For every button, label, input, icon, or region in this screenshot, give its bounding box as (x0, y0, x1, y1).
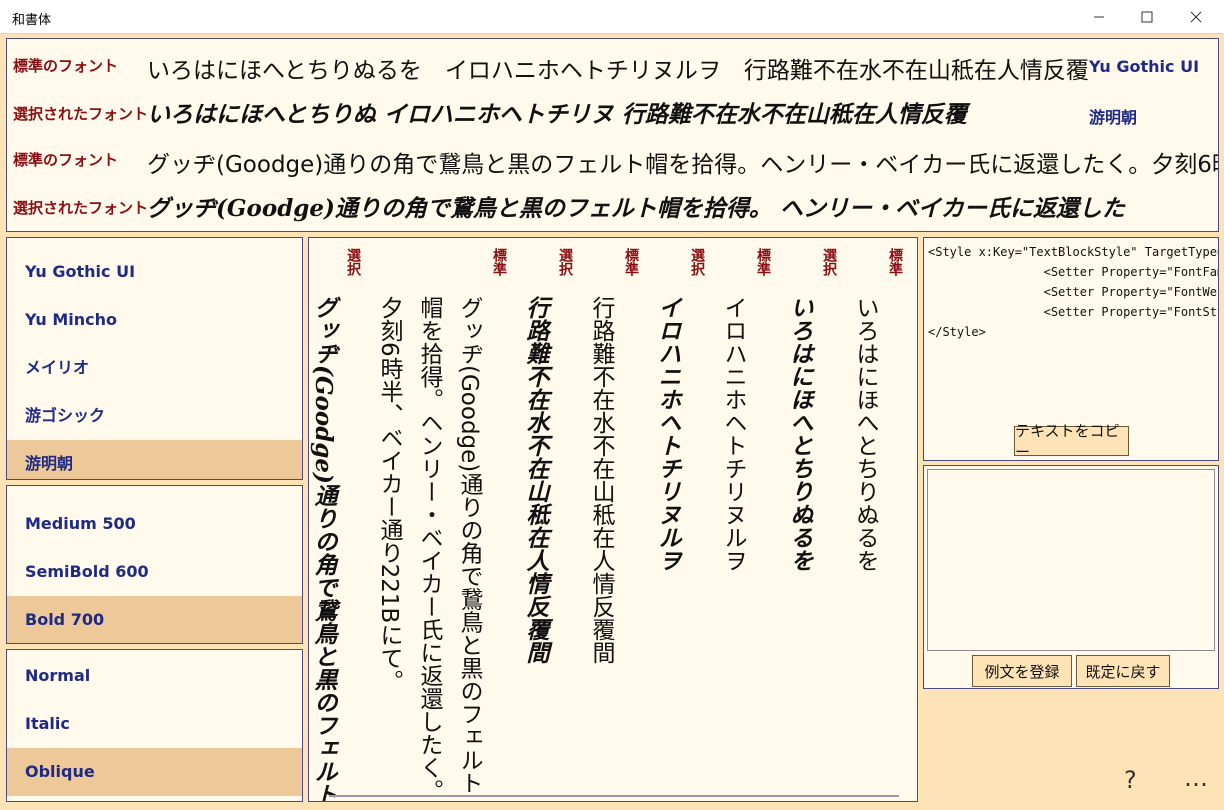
font-item-meiryo[interactable]: メイリオ (7, 344, 302, 392)
sample-text: いろはにほへとちりぬ イロハニホヘトチリヌ 行路難不在水不在山秪在人情反覆 (147, 101, 967, 128)
font-item-yu-gothic-ui[interactable]: Yu Gothic UI (7, 248, 302, 296)
vertical-column: いろはにほへとちりぬるを 選択 (779, 248, 841, 788)
copy-text-button[interactable]: テキストをコピー (1014, 422, 1129, 460)
font-name: Yu Gothic UI (1089, 57, 1200, 76)
title-bar: 和書体 (0, 0, 1224, 34)
horizontal-sample-panel: 標準のフォント いろはにほへとちりぬるを イロハニホヘトチリヌルヲ 行路難不在水… (6, 38, 1219, 232)
sample-label: 標準のフォント (13, 57, 119, 75)
vertical-text: 行路難不在水不在山秪在人情反覆間 (588, 296, 614, 664)
vertical-sample-panel: いろはにほへとちりぬるを 標準 いろはにほへとちりぬるを 選択 イロハニホヘトチ… (308, 237, 918, 802)
sample-row-selected-1: 選択されたフォント いろはにほへとちりぬ イロハニホヘトチリヌ 行路難不在水不在… (7, 93, 1218, 139)
style-item-italic[interactable]: Italic (7, 700, 302, 748)
vertical-label: 選択 (821, 248, 837, 276)
help-icon[interactable]: ? (1124, 766, 1137, 794)
sample-label: 標準のフォント (13, 151, 119, 169)
vertical-column: グッヂ(Goodge)通りの角で鵞鳥と黒のフェルト帽を拾得。ヘンリー・ベイカー氏… (369, 248, 511, 801)
style-item-oblique[interactable]: Oblique (7, 748, 302, 796)
vertical-columns: いろはにほへとちりぬるを 標準 いろはにほへとちりぬるを 選択 イロハニホヘトチ… (309, 248, 907, 801)
vertical-text: イロハニホヘトチリヌルヲ (654, 296, 681, 572)
sample-row-selected-2: 選択されたフォント グッヂ(Goodge)通りの角で鵞鳥と黒のフェルト帽を拾得。… (7, 187, 1218, 231)
maximize-icon[interactable] (1124, 0, 1170, 34)
close-icon[interactable] (1173, 0, 1219, 34)
style-code-text: <Style x:Key="TextBlockStyle" TargetType… (928, 245, 1218, 339)
style-item-normal[interactable]: Normal (7, 652, 302, 700)
vertical-label: 選択 (689, 248, 705, 276)
vertical-column: イロハニホヘトチリヌルヲ 選択 (647, 248, 709, 788)
minimize-icon[interactable] (1076, 0, 1122, 34)
more-icon[interactable]: … (1184, 764, 1208, 792)
reset-default-button[interactable]: 既定に戻す (1076, 655, 1170, 687)
vertical-text: イロハニホヘトチリヌルヲ (720, 296, 746, 572)
vertical-text: 行路難不在水不在山秪在人情反覆間 (522, 296, 549, 664)
font-name: 游明朝 (1089, 108, 1138, 127)
style-code-panel: <Style x:Key="TextBlockStyle" TargetType… (923, 237, 1219, 461)
vertical-column: いろはにほへとちりぬるを 標準 (845, 248, 907, 788)
font-family-list: Yu Gothic UI Yu Mincho メイリオ 游ゴシック 游明朝 (6, 237, 303, 480)
vertical-text: グッヂ(Goodge)通りの角で鵞鳥と黒のフェルト帽を拾得。ヘンリー・ベイカー氏… (376, 296, 482, 802)
font-weight-list: Medium 500 SemiBold 600 Bold 700 (6, 485, 303, 644)
sample-label: 選択されたフォント (13, 105, 149, 123)
vertical-label: 標準 (623, 248, 639, 276)
sample-label: 選択されたフォント (13, 199, 149, 217)
weight-item-semibold[interactable]: SemiBold 600 (7, 548, 302, 596)
vertical-text: いろはにほへとちりぬるを (852, 296, 878, 572)
sample-text-editor-panel: 例文を登録 既定に戻す (923, 465, 1219, 689)
sample-row-standard-2: 標準のフォント グッヂ(Goodge)通りの角で鵞鳥と黒のフェルト帽を拾得。ヘン… (7, 141, 1219, 187)
vertical-label: 選択 (557, 248, 573, 276)
register-sample-button[interactable]: 例文を登録 (972, 655, 1072, 687)
vertical-column: イロハニホヘトチリヌルヲ 標準 (713, 248, 775, 788)
vertical-column: 行路難不在水不在山秪在人情反覆間 標準 (581, 248, 643, 788)
vertical-label: 標準 (491, 248, 507, 276)
weight-item-bold[interactable]: Bold 700 (7, 596, 302, 643)
font-item-yu-gothic[interactable]: 游ゴシック (7, 392, 302, 440)
vertical-text: いろはにほへとちりぬるを (786, 296, 813, 572)
font-item-yu-mincho[interactable]: Yu Mincho (7, 296, 302, 344)
sample-text: グッヂ(Goodge)通りの角で鵞鳥と黒のフェルト帽を拾得。 ヘンリー・ベイカー… (147, 195, 1125, 222)
sample-text: いろはにほへとちりぬるを イロハニホヘトチリヌルヲ 行路難不在水不在山秪在人情反… (147, 58, 1089, 84)
font-item-yu-mincho-jp[interactable]: 游明朝 (7, 440, 302, 479)
sample-text: グッヂ(Goodge)通りの角で鵞鳥と黒のフェルト帽を拾得。ヘンリー・ベイカー氏… (147, 152, 1219, 178)
sample-text-input[interactable] (927, 469, 1215, 651)
vertical-column: グッヂ(Goodge)通りの角で鵞鳥と黒のフェルト帽を拾得。ヘンリー・ベイカー氏… (309, 248, 365, 801)
vertical-label: 選択 (345, 248, 361, 276)
vertical-label: 標準 (755, 248, 771, 276)
font-style-list: Normal Italic Oblique (6, 649, 303, 802)
vertical-label: 標準 (887, 248, 903, 276)
vertical-text: グッヂ(Goodge)通りの角で鵞鳥と黒のフェルト帽を拾得。ヘンリー・ベイカー氏… (310, 296, 337, 801)
sample-row-standard-1: 標準のフォント いろはにほへとちりぬるを イロハニホヘトチリヌルヲ 行路難不在水… (7, 47, 1218, 93)
window-title: 和書体 (12, 13, 52, 28)
horizontal-scrollbar[interactable] (329, 795, 899, 797)
vertical-column: 行路難不在水不在山秪在人情反覆間 選択 (515, 248, 577, 788)
weight-item-medium[interactable]: Medium 500 (7, 500, 302, 548)
